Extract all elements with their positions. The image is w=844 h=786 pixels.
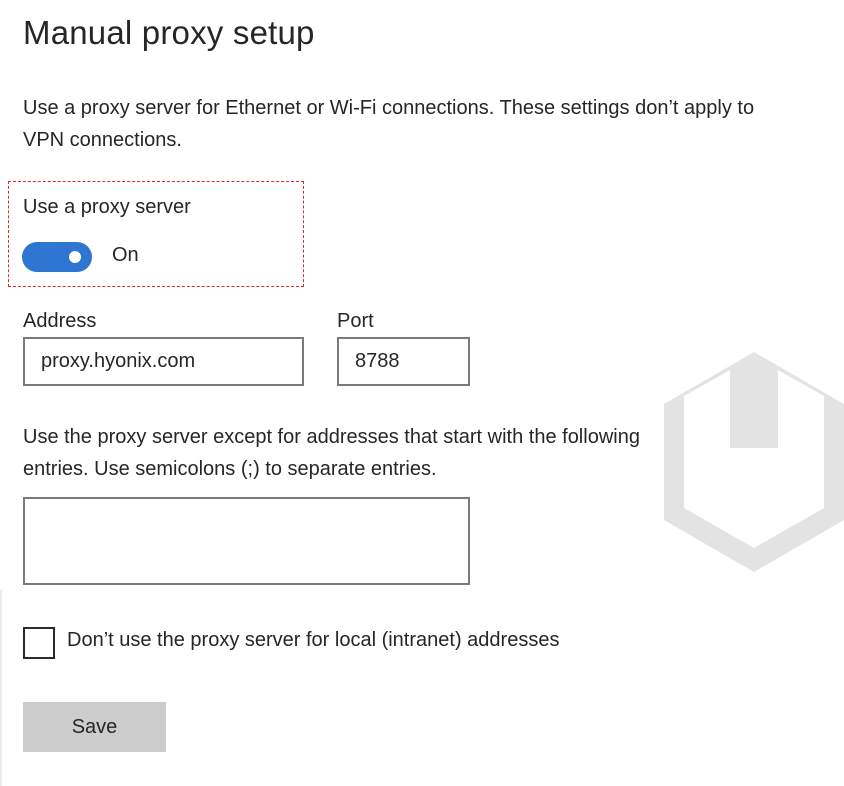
exceptions-input[interactable] (23, 497, 470, 585)
address-label: Address (23, 310, 97, 332)
port-label: Port (337, 310, 374, 332)
save-button[interactable]: Save (23, 702, 166, 752)
proxy-toggle-label: Use a proxy server (23, 196, 191, 218)
toggle-state-text: On (112, 244, 139, 266)
local-bypass-checkbox[interactable] (23, 627, 55, 659)
hyonix-logo-icon (664, 352, 844, 572)
proxy-toggle-highlight: Use a proxy server On (8, 181, 304, 287)
exceptions-description: Use the proxy server except for addresse… (23, 426, 640, 480)
port-input[interactable] (337, 337, 470, 386)
page-title: Manual proxy setup (23, 14, 315, 51)
address-input[interactable] (23, 337, 304, 386)
page-description: Use a proxy server for Ethernet or Wi-Fi… (23, 97, 755, 151)
use-proxy-toggle[interactable] (22, 242, 92, 272)
scroll-edge (0, 590, 2, 786)
toggle-knob (69, 251, 81, 263)
local-bypass-label: Don’t use the proxy server for local (in… (67, 629, 560, 651)
